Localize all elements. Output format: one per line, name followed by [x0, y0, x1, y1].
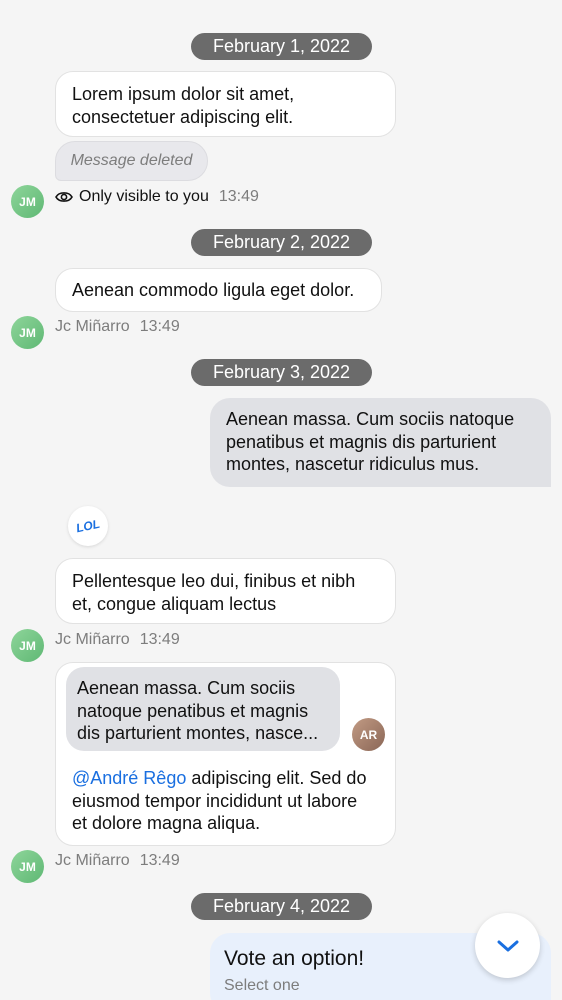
message-text-line: et, congue aliquam lectus	[72, 593, 277, 614]
user-mention[interactable]: @André Rêgo	[72, 768, 186, 788]
reply-text: @André Rêgo adipiscing elit. Sed do eius…	[72, 767, 386, 835]
message-text-line: montes, nascetur ridiculus mus.	[226, 454, 480, 474]
avatar[interactable]: JM	[11, 316, 44, 349]
message-text-line: Pellentesque leo dui, finibus et nibh	[72, 571, 356, 591]
message-meta: Jc Miñarro 13:49	[55, 318, 180, 336]
message-meta: Jc Miñarro 13:49	[55, 852, 180, 870]
incoming-message-bubble[interactable]: Lorem ipsum dolor sit amet, consectetuer…	[55, 71, 396, 137]
reply-message-bubble[interactable]: Aenean massa. Cum sociis natoque penatib…	[55, 662, 396, 846]
scroll-to-bottom-button[interactable]	[475, 913, 540, 978]
quoted-text-line: natoque penatibus et magnis	[77, 700, 309, 721]
message-text-line: Aenean massa. Cum sociis natoque	[226, 409, 515, 429]
eye-icon	[55, 190, 73, 204]
message-text: adipiscing elit. Sed do	[186, 768, 367, 788]
quoted-text-line: Aenean massa. Cum sociis	[77, 678, 296, 698]
message-time: 13:49	[139, 631, 180, 648]
date-separator: February 2, 2022	[191, 229, 372, 256]
message-text-line: @André Rêgo adipiscing elit. Sed do	[72, 767, 386, 790]
message-text-line: et dolore magna aliqua.	[72, 813, 261, 833]
message-text-line: consectetuer adipiscing elit.	[72, 106, 294, 127]
quoted-author-avatar: AR	[352, 718, 385, 751]
avatar[interactable]: JM	[11, 185, 44, 218]
incoming-message-bubble[interactable]: Pellentesque leo dui, finibus et nibh et…	[55, 558, 396, 624]
visibility-label: Only visible to you	[79, 188, 209, 205]
avatar[interactable]: JM	[11, 850, 44, 883]
quoted-message[interactable]: Aenean massa. Cum sociis natoque penatib…	[66, 667, 340, 751]
lol-reaction-icon[interactable]: LOL	[68, 506, 108, 546]
date-separator: February 4, 2022	[191, 893, 372, 920]
deleted-message-bubble[interactable]: Message deleted	[55, 141, 208, 181]
date-separator: February 1, 2022	[191, 33, 372, 60]
reaction-text: LOL	[74, 516, 102, 536]
author-name[interactable]: Jc Miñarro	[55, 631, 130, 649]
message-text-line: Lorem ipsum dolor sit amet,	[72, 84, 295, 104]
visibility-note: Only visible to you 13:49	[55, 185, 259, 209]
message-text-line: eiusmod tempor incididunt ut labore	[72, 790, 358, 811]
avatar[interactable]: JM	[11, 629, 44, 662]
chevron-down-icon	[496, 938, 520, 954]
poll-subtitle: Select one	[224, 977, 300, 994]
message-text: Aenean commodo ligula eget dolor.	[72, 280, 355, 300]
date-separator: February 3, 2022	[191, 359, 372, 386]
message-time: 13:49	[139, 318, 180, 335]
outgoing-message-bubble[interactable]: Aenean massa. Cum sociis natoque penatib…	[210, 398, 551, 487]
author-name[interactable]: Jc Miñarro	[55, 852, 130, 870]
message-time: 13:49	[139, 852, 180, 869]
quoted-text-line: dis parturient montes, nasce...	[77, 723, 319, 743]
message-text-line: penatibus et magnis dis parturient	[226, 431, 497, 452]
message-time: 13:49	[218, 188, 259, 205]
message-meta: Jc Miñarro 13:49	[55, 631, 180, 649]
author-name[interactable]: Jc Miñarro	[55, 318, 130, 336]
incoming-message-bubble[interactable]: Aenean commodo ligula eget dolor.	[55, 268, 382, 312]
